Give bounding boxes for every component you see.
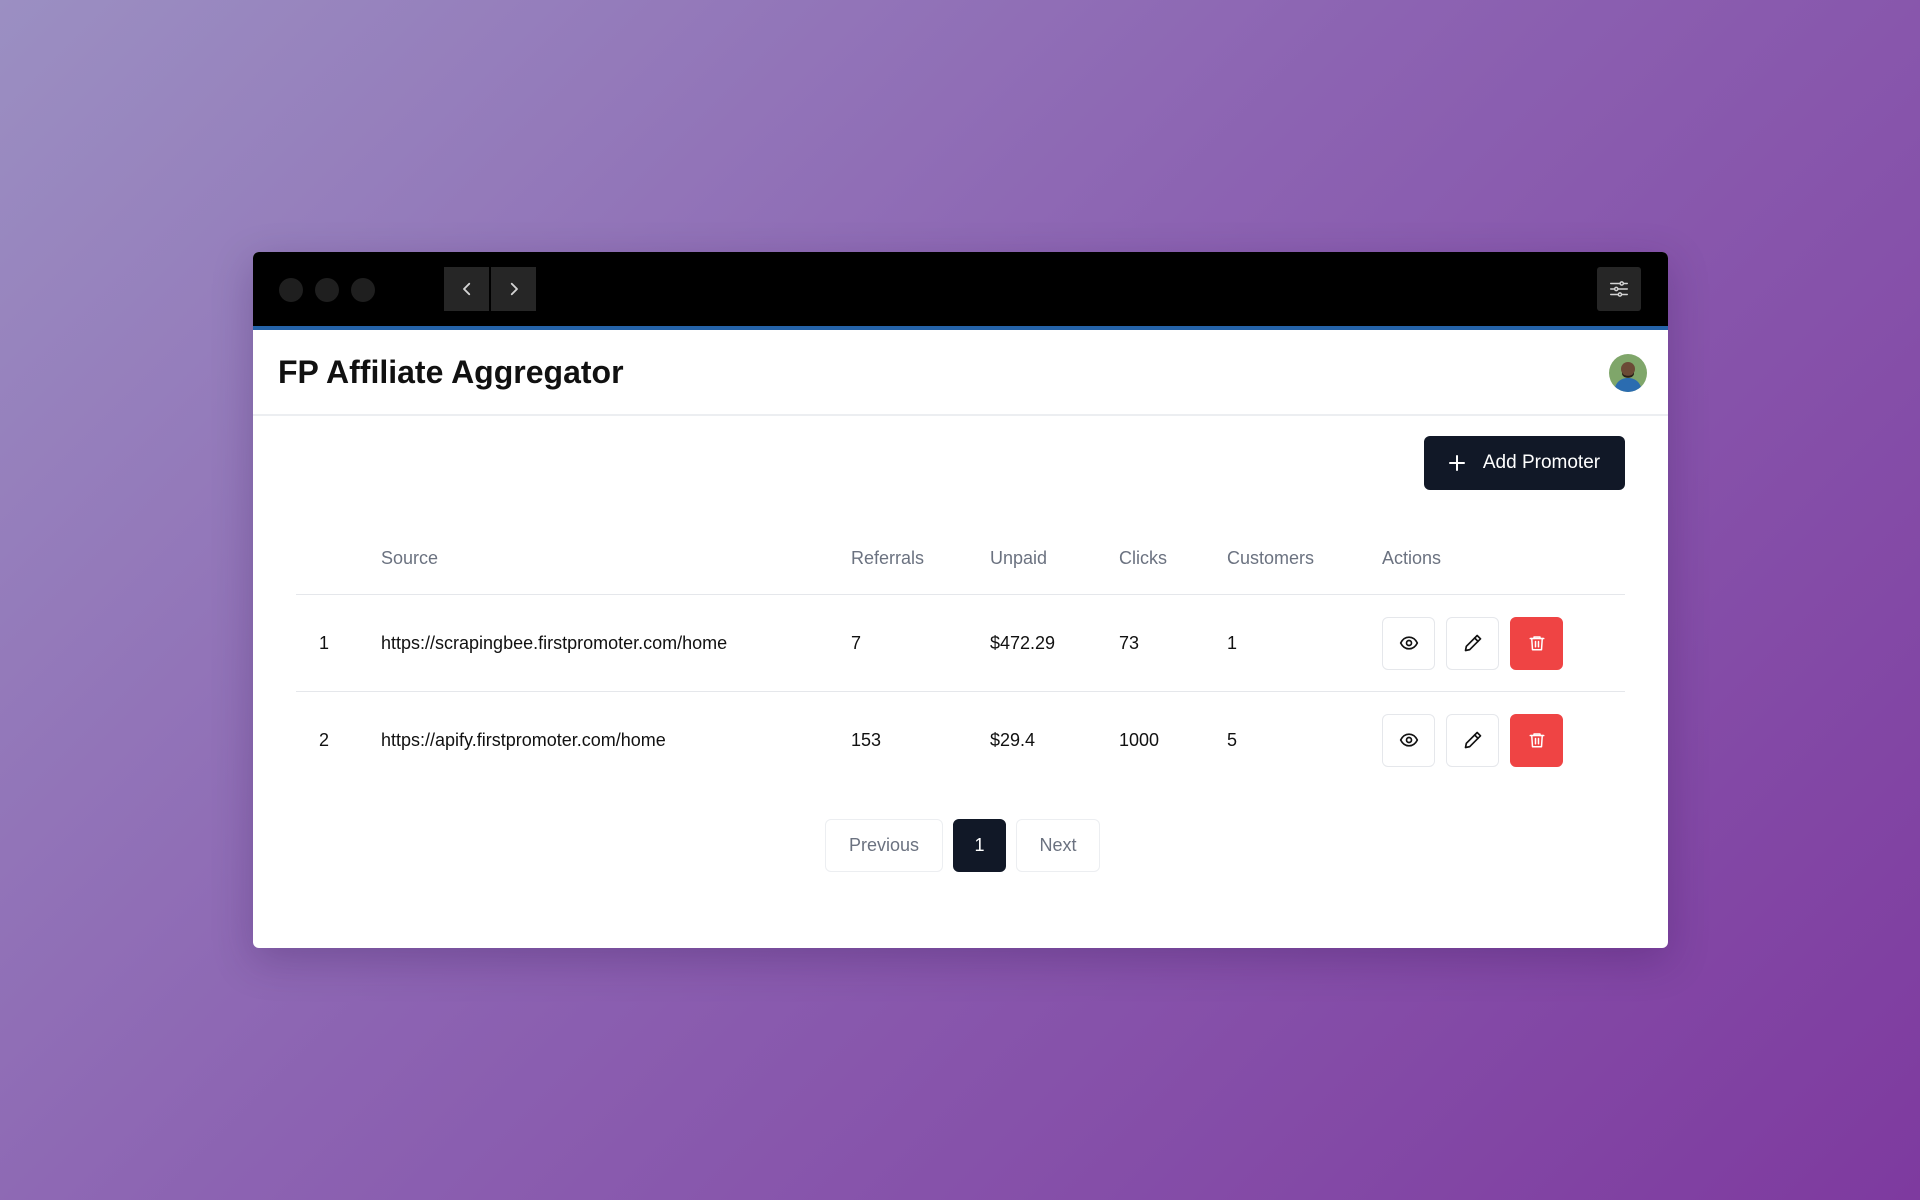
row-index: 1 bbox=[296, 594, 381, 692]
eye-icon bbox=[1399, 733, 1418, 747]
pencil-icon bbox=[1464, 731, 1481, 749]
table-row: 2 https://apify.firstpromoter.com/home 1… bbox=[296, 692, 1625, 789]
row-referrals: 153 bbox=[851, 729, 882, 750]
row-unpaid: $29.4 bbox=[990, 729, 1036, 750]
forward-button[interactable] bbox=[491, 267, 536, 311]
row-source: https://apify.firstpromoter.com/home bbox=[381, 729, 666, 750]
row-clicks: 73 bbox=[1119, 594, 1227, 692]
add-promoter-button[interactable]: Add Promoter bbox=[1424, 436, 1625, 490]
view-button[interactable] bbox=[1382, 713, 1435, 767]
add-promoter-label: Add Promoter bbox=[1482, 452, 1601, 473]
minimize-window-dot[interactable] bbox=[315, 278, 339, 302]
page-number-button[interactable]: 1 bbox=[953, 819, 1006, 872]
user-avatar-icon bbox=[1609, 354, 1647, 392]
column-header-referrals: Referrals bbox=[851, 522, 990, 595]
column-header-clicks: Clicks bbox=[1119, 522, 1227, 595]
history-navigation bbox=[444, 267, 536, 311]
row-unpaid: $472.29 bbox=[990, 594, 1119, 692]
eye-icon bbox=[1399, 636, 1418, 650]
column-header-customers: Customers bbox=[1227, 522, 1382, 595]
row-clicks: 1000 bbox=[1119, 729, 1160, 750]
row-actions bbox=[1382, 692, 1625, 789]
avatar[interactable] bbox=[1609, 354, 1647, 392]
row-actions bbox=[1382, 594, 1625, 692]
chevron-right-icon bbox=[510, 282, 518, 296]
pencil-icon bbox=[1464, 634, 1481, 652]
column-header-actions: Actions bbox=[1382, 522, 1625, 595]
column-header-index bbox=[296, 522, 381, 595]
delete-button[interactable] bbox=[1510, 713, 1563, 767]
row-customers: 1 bbox=[1227, 594, 1382, 692]
back-button[interactable] bbox=[444, 267, 489, 311]
plus-icon bbox=[1448, 455, 1465, 471]
window-controls bbox=[279, 278, 375, 302]
column-header-unpaid: Unpaid bbox=[990, 522, 1119, 595]
promoters-table: Source Referrals Unpaid Clicks Customers… bbox=[296, 522, 1625, 788]
trash-icon bbox=[1529, 636, 1544, 651]
row-customers: 5 bbox=[1227, 729, 1238, 750]
sliders-icon bbox=[1610, 281, 1628, 297]
view-button[interactable] bbox=[1382, 616, 1435, 670]
maximize-window-dot[interactable] bbox=[351, 278, 375, 302]
chevron-left-icon bbox=[462, 282, 470, 296]
table-row: 1 https://scrapingbee.firstpromoter.com/… bbox=[296, 594, 1625, 692]
column-header-source: Source bbox=[381, 522, 851, 595]
row-source: https://scrapingbee.firstpromoter.com/ho… bbox=[381, 594, 851, 692]
table-header-row: Source Referrals Unpaid Clicks Customers… bbox=[296, 522, 1625, 595]
previous-page-button[interactable]: Previous bbox=[825, 819, 943, 872]
row-referrals: 7 bbox=[851, 594, 990, 692]
close-window-dot[interactable] bbox=[279, 278, 303, 302]
settings-button[interactable] bbox=[1597, 267, 1641, 311]
window-titlebar bbox=[253, 252, 1668, 330]
pagination: Previous 1 Next bbox=[825, 819, 1100, 872]
edit-button[interactable] bbox=[1446, 616, 1499, 670]
trash-icon bbox=[1529, 733, 1544, 748]
edit-button[interactable] bbox=[1446, 713, 1499, 767]
page-title: FP Affiliate Aggregator bbox=[278, 354, 624, 390]
next-page-button[interactable]: Next bbox=[1016, 819, 1100, 872]
delete-button[interactable] bbox=[1510, 616, 1563, 670]
app-header: FP Affiliate Aggregator bbox=[253, 330, 1668, 416]
browser-window: FP Affiliate Aggregator Add Promoter Sou… bbox=[253, 252, 1668, 948]
row-index: 2 bbox=[319, 729, 330, 750]
